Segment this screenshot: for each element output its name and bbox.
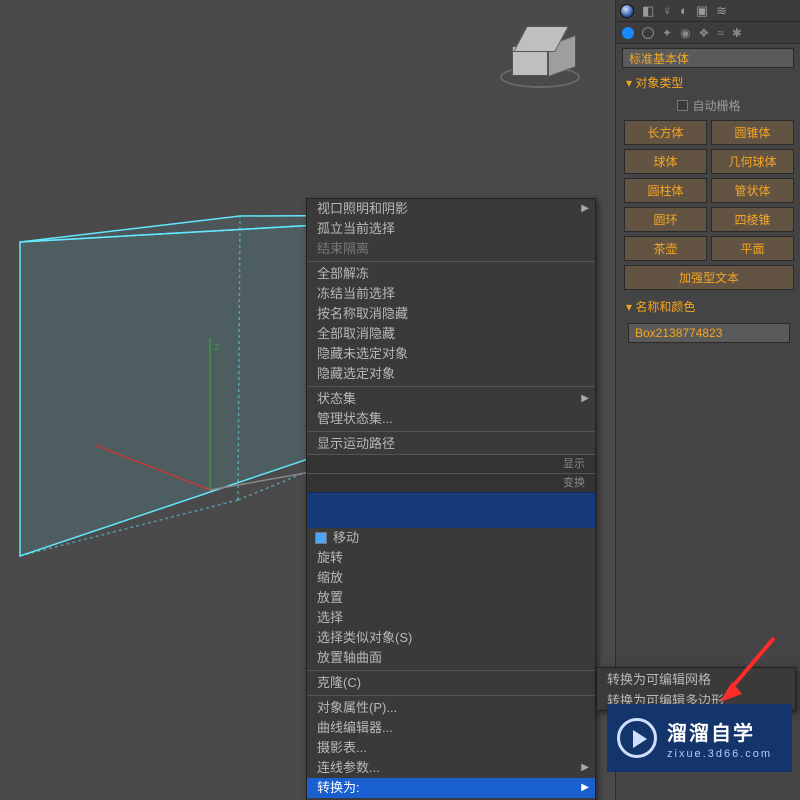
menu-item[interactable]: 孤立当前选择 [307,219,595,239]
menu-item[interactable]: 转换为: [307,778,595,798]
name-color-rollout: 名称和颜色 Box2138774823 [622,296,796,343]
menu-item[interactable]: 按名称取消隐藏 [307,304,595,324]
btn-box[interactable]: 长方体 [624,120,707,145]
btn-tube[interactable]: 管状体 [711,178,794,203]
menu-item[interactable]: 摄影表... [307,738,595,758]
motion-tab-icon[interactable]: ◐ [680,4,688,17]
menu-item[interactable]: 全部解冻 [307,264,595,284]
lights-icon[interactable]: ✦ [662,26,672,40]
geometry-icon[interactable] [622,27,634,39]
menu-item[interactable]: 移动 [307,528,595,548]
submenu-item[interactable]: 转换为可编辑网格 [597,668,795,689]
btn-pyramid[interactable]: 四棱锥 [711,207,794,232]
menu-item: 结束隔离 [307,239,595,259]
menu-item[interactable]: 放置 [307,588,595,608]
btn-textplus[interactable]: 加强型文本 [624,265,794,290]
menu-item[interactable]: 选择 [307,608,595,628]
btn-cone[interactable]: 圆锥体 [711,120,794,145]
menu-section-tag: 变换 [307,473,595,492]
primitive-category-dropdown[interactable]: 标准基本体 [622,48,794,68]
menu-item[interactable]: 曲线编辑器... [307,718,595,738]
utilities-tab-icon[interactable]: ≋ [716,4,727,17]
menu-item[interactable]: 全部取消隐藏 [307,324,595,344]
btn-geosphere[interactable]: 几何球体 [711,149,794,174]
viewport-context-menu[interactable]: 视口照明和阴影孤立当前选择结束隔离全部解冻冻结当前选择按名称取消隐藏全部取消隐藏… [306,198,596,800]
btn-sphere[interactable]: 球体 [624,149,707,174]
panel-main-tabs[interactable]: ◧ ♀ ◐ ▣ ≋ [616,0,800,22]
rollout-header-object-type[interactable]: 对象类型 [622,72,796,95]
watermark-title: 溜溜自学 [667,717,772,746]
object-name-input[interactable]: Box2138774823 [628,323,790,343]
helpers-icon[interactable]: ❖ [699,26,710,40]
object-type-rollout: 对象类型 自动栅格 长方体 圆锥体 球体 几何球体 圆柱体 管状体 圆环 四棱锥… [622,72,796,292]
menu-item[interactable]: 状态集 [307,389,595,409]
menu-item[interactable]: 旋转 [307,548,595,568]
menu-item[interactable]: 克隆(C) [307,673,595,693]
watermark-sub: zixue.3d66.com [667,748,772,760]
btn-cylinder[interactable]: 圆柱体 [624,178,707,203]
menu-item[interactable]: 冻结当前选择 [307,284,595,304]
menu-item[interactable]: 隐藏未选定对象 [307,344,595,364]
object-name-value: Box2138774823 [635,326,722,340]
rollout-header-name[interactable]: 名称和颜色 [622,296,796,319]
menu-item[interactable]: 对象属性(P)... [307,698,595,718]
primitive-buttons: 长方体 圆锥体 球体 几何球体 圆柱体 管状体 圆环 四棱锥 茶壶 平面 加强型… [622,120,796,292]
menu-item[interactable]: 连线参数... [307,758,595,778]
create-tab-icon[interactable] [620,4,634,18]
menu-item[interactable]: 显示运动路径 [307,434,595,454]
menu-item[interactable]: 缩放 [307,568,595,588]
autogrid-checkbox[interactable] [677,100,688,111]
autogrid-row[interactable]: 自动栅格 [622,95,796,120]
menu-section-tag: 显示 [307,454,595,473]
play-icon [617,718,657,758]
btn-teapot[interactable]: 茶壶 [624,236,707,261]
menu-item[interactable]: 视口照明和阴影 [307,199,595,219]
cameras-icon[interactable]: ◉ [680,26,690,40]
menu-item[interactable]: 放置轴曲面 [307,648,595,668]
systems-icon[interactable]: ✱ [732,26,742,40]
panel-sub-tabs[interactable]: ✦ ◉ ❖ ≈ ✱ [616,22,800,44]
menu-item[interactable]: 隐藏选定对象 [307,364,595,384]
watermark: 溜溜自学 zixue.3d66.com [607,704,792,772]
modify-tab-icon[interactable]: ◧ [642,4,654,17]
viewcube[interactable] [492,18,592,98]
shapes-icon[interactable] [642,27,654,39]
display-tab-icon[interactable]: ▣ [696,4,708,17]
btn-plane[interactable]: 平面 [711,236,794,261]
menu-item[interactable]: 管理状态集... [307,409,595,429]
spacewarps-icon[interactable]: ≈ [717,26,724,40]
dropdown-label: 标准基本体 [629,50,689,67]
svg-text:z: z [214,341,220,353]
btn-torus[interactable]: 圆环 [624,207,707,232]
autogrid-label: 自动栅格 [692,97,740,114]
menu-item[interactable]: 选择类似对象(S) [307,628,595,648]
hierarchy-tab-icon[interactable]: ♀ [662,4,672,17]
